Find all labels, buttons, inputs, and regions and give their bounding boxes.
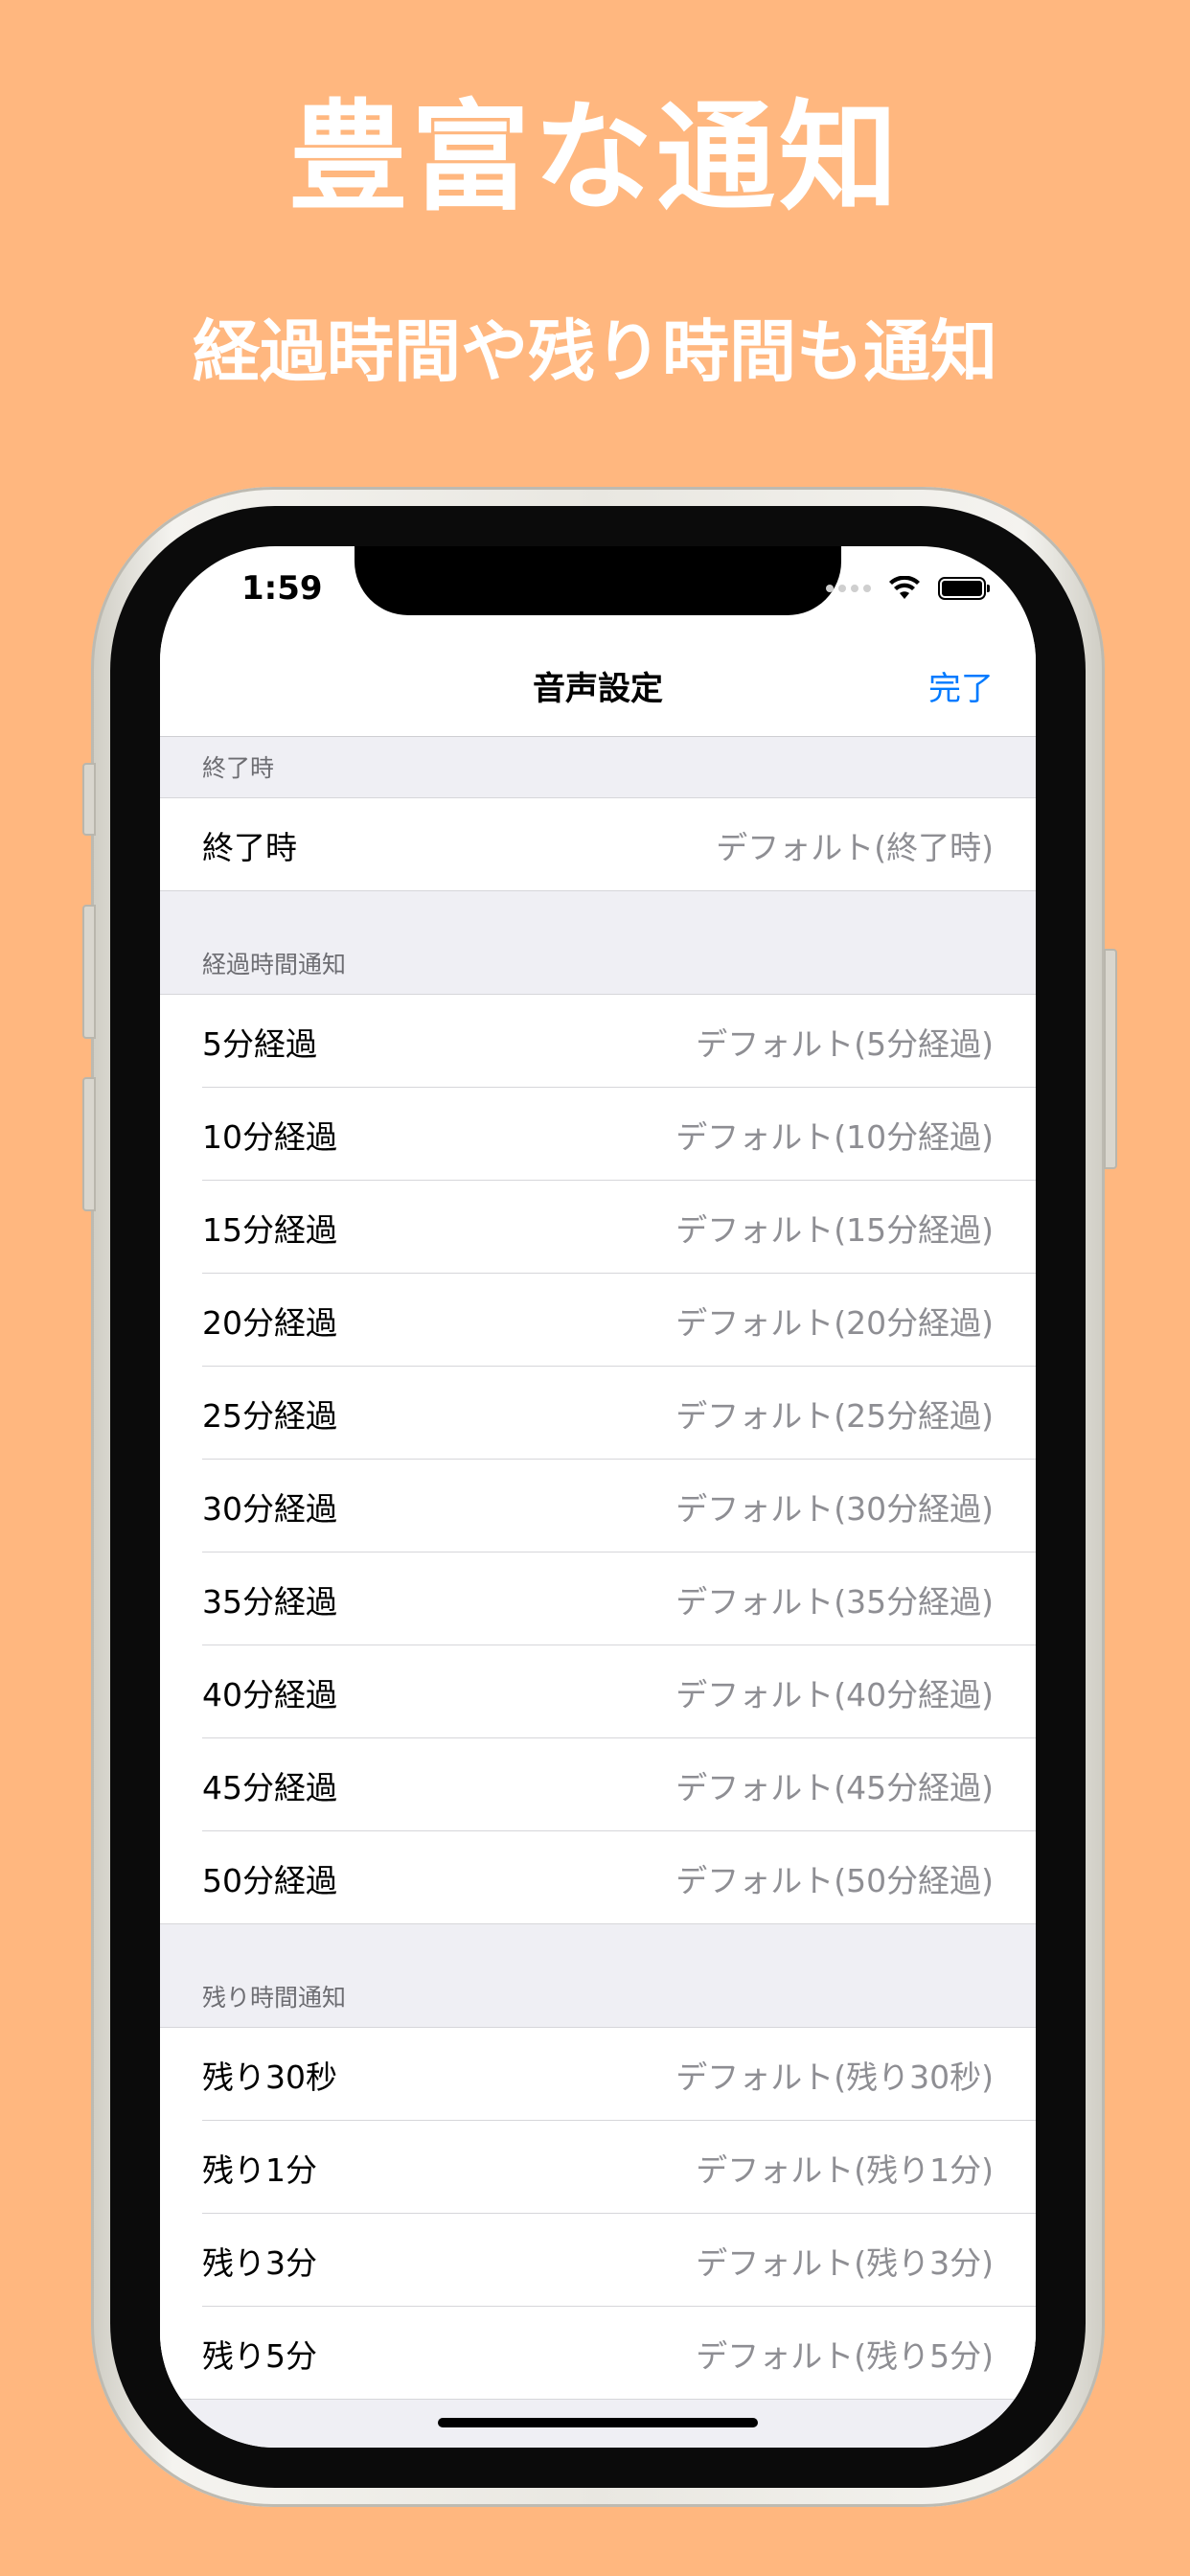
- home-indicator[interactable]: [438, 2418, 758, 2427]
- status-time: 1:59: [241, 569, 323, 608]
- battery-icon: [938, 577, 990, 600]
- row-value: デフォルト(残り1分): [696, 2150, 994, 2189]
- wifi-icon: [889, 576, 920, 599]
- cellular-signal-icon: [826, 585, 871, 592]
- row-value: デフォルト(残り30秒): [675, 2058, 994, 2096]
- section-header-end: 終了時: [160, 737, 1036, 798]
- promo-subheadline: 経過時間や残り時間も通知: [193, 312, 997, 391]
- row-value: デフォルト(15分経過): [675, 1210, 994, 1249]
- power-button: [1104, 949, 1117, 1169]
- row-label: 25分経過: [202, 1396, 337, 1435]
- row-value: デフォルト(20分経過): [675, 1303, 994, 1342]
- promo-headline: 豊富な通知: [287, 89, 902, 227]
- list-item[interactable]: 残り5分 デフォルト(残り5分): [160, 2307, 1036, 2400]
- list-item[interactable]: 30分経過 デフォルト(30分経過): [160, 1460, 1036, 1552]
- row-value: デフォルト(5分経過): [696, 1024, 994, 1063]
- notch: [355, 546, 841, 615]
- list-item[interactable]: 45分経過 デフォルト(45分経過): [160, 1738, 1036, 1831]
- status-icons: [826, 573, 990, 604]
- row-label: 残り3分: [202, 2243, 317, 2282]
- nav-title: 音声設定: [533, 670, 663, 708]
- list-item[interactable]: 20分経過 デフォルト(20分経過): [160, 1274, 1036, 1367]
- row-value: デフォルト(45分経過): [675, 1768, 994, 1806]
- done-button[interactable]: 完了: [928, 642, 994, 736]
- row-value: デフォルト(終了時): [716, 828, 994, 866]
- row-value: デフォルト(50分経過): [675, 1861, 994, 1899]
- list-item[interactable]: 5分経過 デフォルト(5分経過): [160, 995, 1036, 1088]
- settings-list[interactable]: 終了時 終了時 デフォルト(終了時) 経過時間通知 5分経過 デフォルト(5分経…: [160, 737, 1036, 2448]
- row-label: 終了時: [202, 828, 297, 866]
- row-value: デフォルト(残り3分): [696, 2243, 994, 2282]
- list-item[interactable]: 残り1分 デフォルト(残り1分): [160, 2121, 1036, 2214]
- section-header-remaining: 残り時間通知: [160, 1924, 1036, 2028]
- list-item[interactable]: 15分経過 デフォルト(15分経過): [160, 1181, 1036, 1274]
- list-item[interactable]: 10分経過 デフォルト(10分経過): [160, 1088, 1036, 1181]
- list-item[interactable]: 残り30秒 デフォルト(残り30秒): [160, 2028, 1036, 2121]
- list-item[interactable]: 25分経過 デフォルト(25分経過): [160, 1367, 1036, 1460]
- row-label: 残り5分: [202, 2336, 317, 2375]
- volume-up-button: [82, 905, 96, 1039]
- row-value: デフォルト(30分経過): [675, 1489, 994, 1528]
- row-label: 50分経過: [202, 1861, 337, 1899]
- volume-down-button: [82, 1077, 96, 1211]
- row-label: 30分経過: [202, 1489, 337, 1528]
- phone-screen: 1:59 音声設定 完了 終了時 終了時 デフォルト(終了時) 経過時間通知 5…: [160, 546, 1036, 2448]
- row-label: 残り30秒: [202, 2058, 337, 2096]
- row-label: 5分経過: [202, 1024, 317, 1063]
- row-value: デフォルト(40分経過): [675, 1675, 994, 1714]
- row-label: 40分経過: [202, 1675, 337, 1714]
- row-value: デフォルト(10分経過): [675, 1117, 994, 1156]
- list-item[interactable]: 35分経過 デフォルト(35分経過): [160, 1552, 1036, 1645]
- row-value: デフォルト(25分経過): [675, 1396, 994, 1435]
- navigation-bar: 音声設定 完了: [160, 642, 1036, 737]
- list-item[interactable]: 終了時 デフォルト(終了時): [160, 798, 1036, 891]
- row-value: デフォルト(残り5分): [696, 2336, 994, 2375]
- row-value: デフォルト(35分経過): [675, 1582, 994, 1621]
- list-item[interactable]: 40分経過 デフォルト(40分経過): [160, 1645, 1036, 1738]
- section-header-elapsed: 経過時間通知: [160, 891, 1036, 995]
- list-item[interactable]: 残り3分 デフォルト(残り3分): [160, 2214, 1036, 2307]
- row-label: 10分経過: [202, 1117, 337, 1156]
- silent-switch: [82, 763, 96, 836]
- row-label: 20分経過: [202, 1303, 337, 1342]
- row-label: 35分経過: [202, 1582, 337, 1621]
- row-label: 残り1分: [202, 2150, 317, 2189]
- row-label: 45分経過: [202, 1768, 337, 1806]
- row-label: 15分経過: [202, 1210, 337, 1249]
- list-item[interactable]: 50分経過 デフォルト(50分経過): [160, 1831, 1036, 1924]
